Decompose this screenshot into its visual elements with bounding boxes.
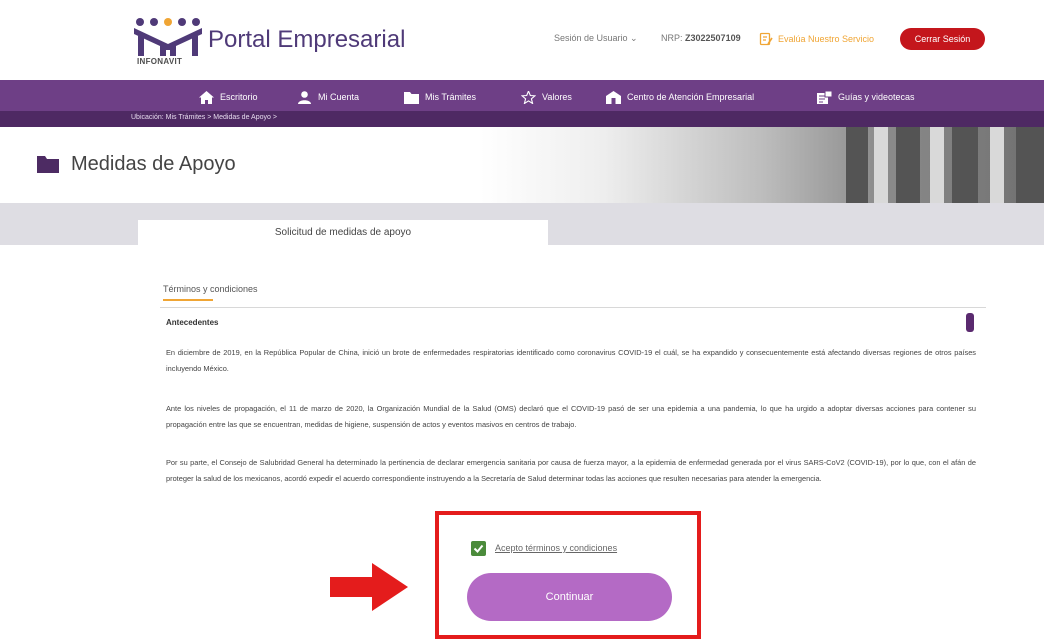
checkmark-icon (473, 544, 484, 553)
nav-item-guias-videotecas[interactable]: Guías y videotecas (817, 88, 915, 106)
nav-item-label: Valores (542, 92, 572, 102)
banner-stripe (990, 127, 1004, 203)
user-icon (298, 90, 311, 104)
banner-stripe (896, 127, 920, 203)
nav-item-label: Centro de Atención Empresarial (627, 92, 755, 102)
nav-item-centro-atencion[interactable]: Centro de Atención Empresarial (606, 88, 754, 106)
portal-title: Portal Empresarial (208, 26, 406, 53)
folder-icon (37, 156, 59, 173)
nrp-value: Z3022507109 (685, 33, 741, 43)
nav-item-escritorio[interactable]: Escritorio (199, 88, 258, 106)
terms-subheading: Antecedentes (166, 318, 219, 327)
video-guide-icon (817, 90, 832, 104)
evaluate-service-label: Evalúa Nuestro Servicio (778, 34, 875, 44)
nav-item-label: Mis Trámites (425, 92, 477, 102)
page-title-row: Medidas de Apoyo (37, 153, 236, 175)
breadcrumb[interactable]: Ubicación: Mis Trámites > Medidas de Apo… (131, 114, 277, 121)
folder-icon (404, 91, 419, 104)
accept-terms-checkbox[interactable] (471, 540, 486, 556)
nrp-label: NRP: (661, 33, 683, 43)
banner-stripe (874, 127, 888, 203)
banner-stripe (930, 127, 944, 203)
red-arrow-icon (330, 563, 408, 611)
page-title: Medidas de Apoyo (71, 152, 236, 175)
star-icon (521, 90, 536, 104)
banner-stripe (1016, 127, 1044, 203)
tab-solicitud-medidas[interactable]: Solicitud de medidas de apoyo (138, 220, 548, 245)
evaluate-service-link[interactable]: Evalúa Nuestro Servicio (759, 31, 874, 47)
section-label: Términos y condiciones (163, 284, 258, 294)
header: INFONAVIT Portal Empresarial Sesión de U… (0, 0, 1044, 78)
banner-stripe (952, 127, 978, 203)
evaluate-icon (759, 32, 773, 46)
logo-text: INFONAVIT (137, 57, 183, 66)
breadcrumb-bar: Ubicación: Mis Trámites > Medidas de Apo… (0, 111, 1044, 127)
continue-button[interactable]: Continuar (467, 573, 672, 621)
nrp-info: NRP: Z3022507109 (661, 33, 741, 43)
building-icon (606, 90, 621, 104)
nav-item-mi-cuenta[interactable]: Mi Cuenta (297, 88, 359, 106)
nav-item-label: Mi Cuenta (318, 92, 360, 102)
logout-button[interactable]: Cerrar Sesión (900, 28, 985, 50)
divider (160, 307, 986, 308)
terms-paragraph: Ante los niveles de propagación, el 11 d… (166, 404, 976, 429)
nav-item-mis-tramites[interactable]: Mis Trámites (404, 88, 476, 106)
nav-item-label: Guías y videotecas (838, 92, 915, 102)
section-underline (163, 299, 213, 301)
nav-item-label: Escritorio (220, 92, 258, 102)
accept-terms-row[interactable]: Acepto términos y condiciones (471, 539, 617, 557)
terms-paragraph: En diciembre de 2019, en la República Po… (166, 348, 976, 373)
terms-paragraph: Por su parte, el Consejo de Salubridad G… (166, 458, 976, 483)
home-icon (199, 90, 214, 104)
banner-stripe (846, 127, 868, 203)
accept-terms-link[interactable]: Acepto términos y condiciones (495, 543, 617, 553)
terms-scrollbar[interactable] (966, 313, 974, 332)
nav-item-valores[interactable]: Valores (521, 88, 572, 106)
session-menu[interactable]: Sesión de Usuario ⌄ (554, 33, 638, 44)
